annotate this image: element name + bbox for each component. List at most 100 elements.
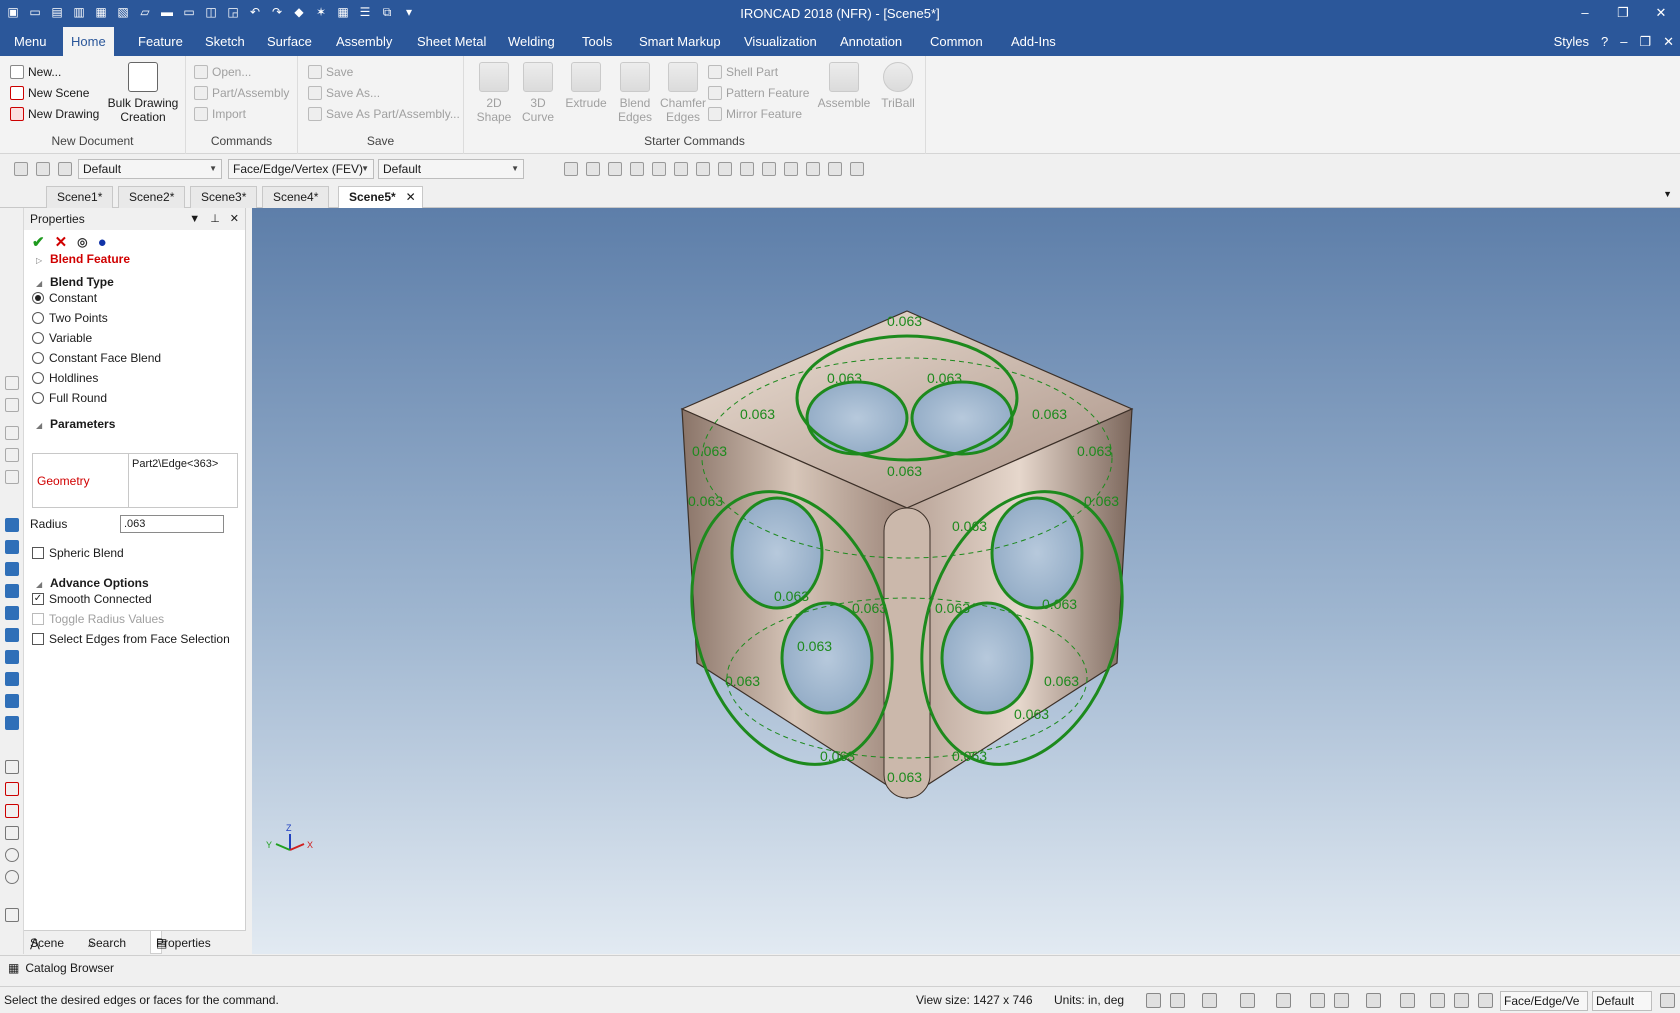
preview-icon[interactable]: ◎: [77, 235, 87, 249]
radio-variable[interactable]: Variable: [32, 328, 92, 348]
top-opening-left[interactable]: [805, 380, 909, 456]
tool-icon[interactable]: [5, 376, 19, 390]
feature-title[interactable]: ▷ Blend Feature: [24, 249, 246, 269]
angle-icon[interactable]: [5, 826, 19, 840]
part-assembly-button[interactable]: Part/Assembly: [194, 83, 289, 103]
doc-tab-scene1[interactable]: Scene1*: [46, 186, 114, 208]
tab-home[interactable]: Home: [63, 27, 114, 56]
doc-tab-scene5[interactable]: Scene5* ✕: [338, 186, 423, 208]
catalog-browser-bar[interactable]: ▦ Catalog Browser: [0, 955, 1680, 979]
tool-icon[interactable]: [5, 448, 19, 462]
right-opening-lower[interactable]: [940, 601, 1034, 715]
tab-welding[interactable]: Welding: [500, 27, 563, 56]
radio-constant[interactable]: Constant: [32, 288, 97, 308]
toggle-radius-checkbox[interactable]: Toggle Radius Values: [32, 609, 164, 629]
shape-icon[interactable]: [5, 540, 19, 554]
view-tool-icon[interactable]: [784, 162, 798, 176]
radius-input[interactable]: .063: [120, 515, 224, 533]
layer-combo[interactable]: Default ▼: [378, 159, 524, 179]
radius-label[interactable]: 0.063: [952, 518, 987, 534]
right-opening-upper[interactable]: [990, 496, 1084, 610]
restore-button[interactable]: ❐: [1604, 0, 1642, 27]
tab-add-ins[interactable]: Add-Ins: [1003, 27, 1064, 56]
view-tool-icon[interactable]: [718, 162, 732, 176]
zoom-icon[interactable]: [1170, 993, 1185, 1008]
geometry-box[interactable]: Geometry Part2\Edge<363>: [32, 453, 238, 508]
ribbon-close-icon[interactable]: ✕: [1663, 27, 1674, 56]
chamfer-edges-button[interactable]: Chamfer Edges: [658, 62, 708, 124]
view-orient-icon[interactable]: [1202, 993, 1217, 1008]
smooth-connected-checkbox[interactable]: ✓ Smooth Connected: [32, 589, 152, 609]
save-as-part-button[interactable]: Save As Part/Assembly...: [308, 104, 460, 124]
grid-icon[interactable]: [1660, 993, 1675, 1008]
tab-sheet-metal[interactable]: Sheet Metal: [409, 27, 494, 56]
radio-constant-face-blend[interactable]: Constant Face Blend: [32, 348, 161, 368]
cube-model[interactable]: [658, 310, 1155, 800]
doc-tab-scene2[interactable]: Scene2*: [118, 186, 186, 208]
view-tool-icon[interactable]: [762, 162, 776, 176]
extrude-button[interactable]: Extrude: [562, 62, 610, 110]
shape-icon[interactable]: [5, 716, 19, 730]
ribbon-restore-icon[interactable]: ❐: [1639, 27, 1651, 56]
hand-icon[interactable]: [1430, 993, 1445, 1008]
view-tool-icon[interactable]: [674, 162, 688, 176]
radius-label[interactable]: 0.063: [688, 493, 723, 509]
3d-viewport[interactable]: 0.063 0.063 0.063 0.063 0.063 0.063 0.06…: [252, 208, 1680, 954]
tab-annotation[interactable]: Annotation: [832, 27, 910, 56]
panel-menu-icon[interactable]: ▼: [189, 208, 200, 230]
tool-icon[interactable]: [5, 908, 19, 922]
rotate-icon[interactable]: [5, 848, 19, 862]
tab-tools[interactable]: Tools: [574, 27, 620, 56]
close-button[interactable]: ✕: [1642, 0, 1680, 27]
tool-icon[interactable]: [5, 470, 19, 484]
radius-label[interactable]: 0.063: [1032, 406, 1067, 422]
radio-full-round[interactable]: Full Round: [32, 388, 107, 408]
style-combo[interactable]: Default ▼: [78, 159, 222, 179]
pattern-feature-button[interactable]: Pattern Feature: [708, 83, 809, 103]
ribbon-minimize-icon[interactable]: –: [1620, 27, 1627, 56]
tab-properties[interactable]: ▤ Properties: [150, 931, 211, 954]
radius-label[interactable]: 0.063: [1014, 706, 1049, 722]
radius-label[interactable]: 0.063: [1077, 443, 1112, 459]
left-opening-lower[interactable]: [780, 601, 874, 715]
tab-common[interactable]: Common: [922, 27, 991, 56]
import-button[interactable]: Import: [194, 104, 246, 124]
radius-label[interactable]: 0.063: [774, 588, 809, 604]
save-button[interactable]: Save: [308, 62, 353, 82]
tab-surface[interactable]: Surface: [259, 27, 320, 56]
select-icon[interactable]: [1478, 993, 1493, 1008]
bulk-drawing-button[interactable]: Bulk Drawing Creation: [104, 62, 182, 124]
radius-label[interactable]: 0.063: [692, 443, 727, 459]
shape-icon[interactable]: [5, 694, 19, 708]
radius-label[interactable]: 0.063: [827, 370, 862, 386]
assemble-button[interactable]: Assemble: [814, 62, 874, 110]
radius-label[interactable]: 0.063: [935, 600, 970, 616]
radio-two-points[interactable]: Two Points: [32, 308, 108, 328]
radius-label[interactable]: 0.063: [952, 748, 987, 764]
zoom-fit-icon[interactable]: [1146, 993, 1161, 1008]
radius-label[interactable]: 0.063: [1042, 596, 1077, 612]
new-button[interactable]: New...: [10, 62, 61, 82]
view-tool-icon[interactable]: [696, 162, 710, 176]
radius-label[interactable]: 0.063: [725, 673, 760, 689]
measure-icon[interactable]: [5, 760, 19, 774]
tab-smart-markup[interactable]: Smart Markup: [631, 27, 729, 56]
scene-canvas[interactable]: 0.063 0.063 0.063 0.063 0.063 0.063 0.06…: [252, 208, 1680, 954]
radio-holdlines[interactable]: Holdlines: [32, 368, 98, 388]
save-as-button[interactable]: Save As...: [308, 83, 380, 103]
close-icon[interactable]: ✕: [230, 208, 239, 230]
shell-part-button[interactable]: Shell Part: [708, 62, 778, 82]
view-tool-icon[interactable]: [828, 162, 842, 176]
radius-label[interactable]: 0.063: [927, 370, 962, 386]
select-arrow-icon[interactable]: [36, 162, 50, 176]
help-icon[interactable]: ?: [1601, 27, 1608, 56]
triball-button[interactable]: TriBall: [876, 62, 920, 110]
radius-label[interactable]: 0.063: [820, 748, 855, 764]
display-icon[interactable]: [1366, 993, 1381, 1008]
tab-feature[interactable]: Feature: [130, 27, 191, 56]
shape-icon[interactable]: [5, 562, 19, 576]
status-style-combo[interactable]: Default: [1592, 991, 1652, 1011]
shape-icon[interactable]: [5, 606, 19, 620]
2d-shape-button[interactable]: 2D Shape: [474, 62, 514, 124]
view-icon[interactable]: [5, 782, 19, 796]
